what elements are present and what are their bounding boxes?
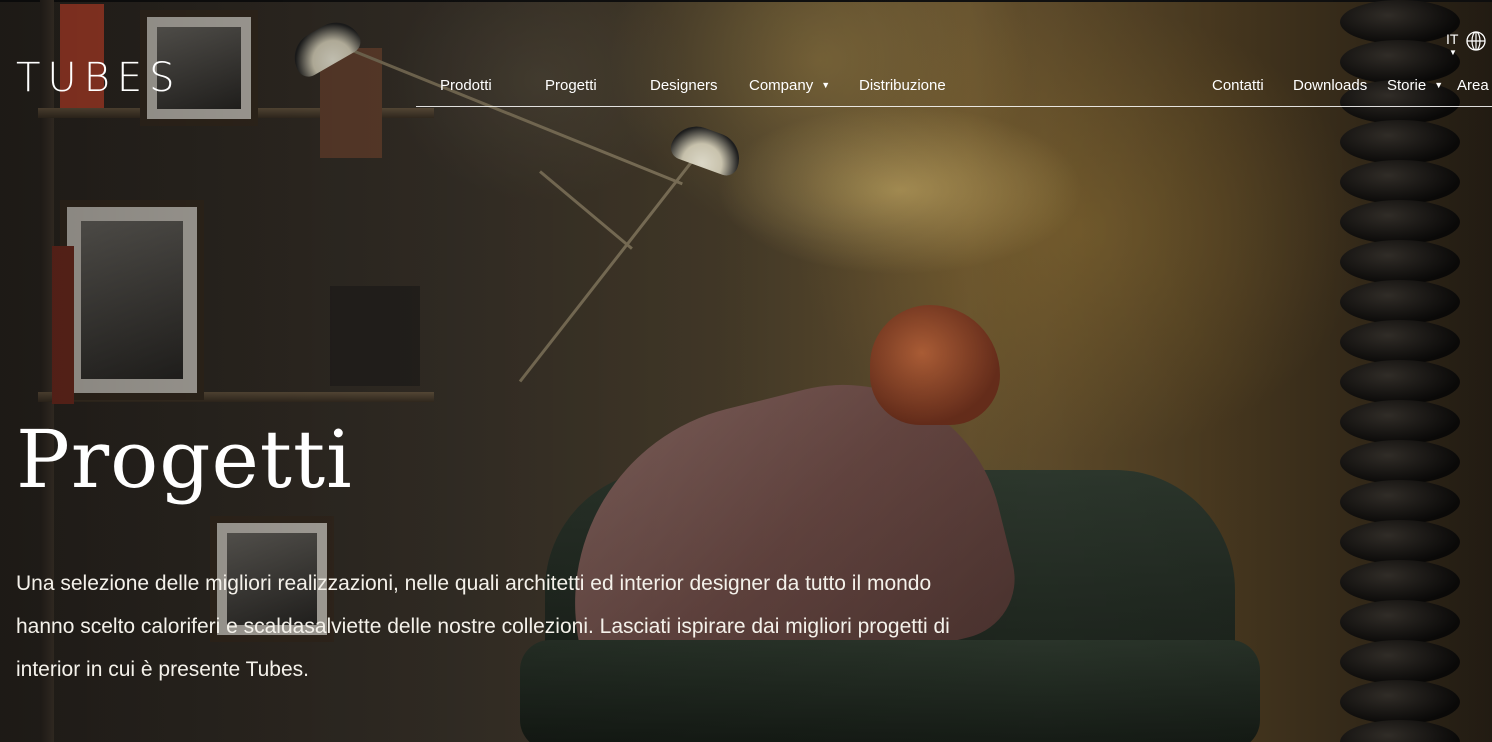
page-title: Progetti [16, 413, 353, 506]
caret-down-icon: ▼ [1449, 48, 1457, 57]
nav-item-contatti[interactable]: Contatti [1212, 77, 1264, 94]
nav-item-label: Designers [650, 77, 718, 94]
hero-section: TUBES Prodotti Progetti Designers Compan… [0, 0, 1492, 742]
nav-item-prodotti[interactable]: Prodotti [440, 77, 492, 94]
hero-description: Una selezione delle migliori realizzazio… [16, 572, 950, 681]
nav-item-label: Prodotti [440, 77, 492, 94]
nav-item-label: Progetti [545, 77, 597, 94]
nav-item-progetti[interactable]: Progetti [545, 77, 597, 94]
nav-item-storie[interactable]: Storie ▼ [1387, 77, 1443, 94]
nav-item-label: Downloads [1293, 77, 1368, 94]
nav-item-distribuzione[interactable]: Distribuzione [859, 77, 946, 94]
nav-item-label: Storie [1387, 77, 1427, 94]
caret-down-icon: ▼ [1434, 80, 1444, 90]
nav-item-downloads[interactable]: Downloads [1293, 77, 1367, 94]
nav-item-company[interactable]: Company ▼ [749, 77, 830, 94]
nav-divider [416, 106, 1492, 107]
language-selector[interactable]: IT [1446, 31, 1458, 47]
brand-logo[interactable]: TUBES [16, 58, 182, 98]
nav-item-label: Distribuzione [859, 77, 946, 94]
globe-icon[interactable] [1466, 31, 1486, 51]
nav-item-label: Contatti [1212, 77, 1264, 94]
caret-down-icon: ▼ [821, 80, 831, 90]
nav-item-area[interactable]: Area [1457, 77, 1489, 94]
nav-item-label: Company [749, 77, 814, 94]
nav-item-label: Area [1457, 77, 1489, 94]
nav-item-designers[interactable]: Designers [650, 77, 718, 94]
